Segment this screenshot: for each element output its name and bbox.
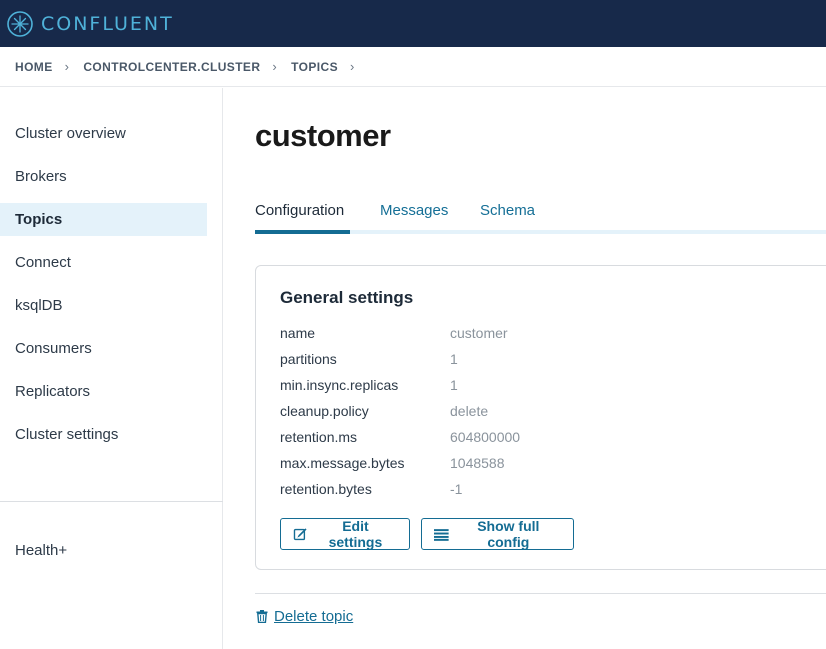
card-title: General settings: [280, 288, 414, 307]
sidebar-item-brokers[interactable]: Brokers: [0, 160, 207, 193]
setting-row: retention.bytes -1: [280, 479, 680, 505]
page-title: customer: [255, 118, 391, 153]
sidebar: Cluster overview Brokers Topics Connect …: [0, 88, 223, 649]
setting-key: partitions: [280, 351, 337, 367]
tab-messages[interactable]: Messages: [380, 202, 448, 234]
setting-value: 1: [450, 377, 458, 393]
sidebar-item-health-plus[interactable]: Health+: [0, 534, 207, 567]
confluent-logo-icon[interactable]: [7, 10, 33, 37]
delete-topic-link[interactable]: Delete topic: [256, 608, 353, 625]
sidebar-item-cluster-settings[interactable]: Cluster settings: [0, 418, 207, 451]
main-content: customer Configuration Messages Schema G…: [223, 88, 826, 649]
sidebar-item-replicators[interactable]: Replicators: [0, 375, 207, 408]
brand-name[interactable]: CONFLUENT: [41, 13, 174, 35]
edit-icon: [293, 528, 307, 541]
setting-row: name customer: [280, 323, 680, 349]
trash-icon: [256, 610, 268, 623]
sidebar-divider: [0, 501, 223, 502]
breadcrumb-topics[interactable]: TOPICS: [291, 60, 338, 74]
section-divider: [255, 593, 826, 594]
tab-configuration[interactable]: Configuration: [255, 202, 350, 234]
breadcrumb: HOME › CONTROLCENTER.CLUSTER › TOPICS ›: [0, 47, 826, 87]
show-full-config-label: Show full config: [477, 518, 540, 550]
sidebar-item-cluster-overview[interactable]: Cluster overview: [0, 117, 207, 150]
setting-value: delete: [450, 403, 489, 419]
sidebar-item-consumers[interactable]: Consumers: [0, 332, 207, 365]
chevron-right-icon: ›: [350, 59, 355, 74]
chevron-right-icon: ›: [272, 59, 278, 74]
setting-row: retention.ms 604800000: [280, 427, 680, 453]
setting-key: retention.bytes: [280, 481, 372, 497]
top-bar: CONFLUENT: [0, 0, 826, 47]
setting-value: 604800000: [450, 429, 521, 445]
show-full-config-button[interactable]: Show full config: [421, 518, 574, 550]
setting-key: max.message.bytes: [280, 455, 405, 471]
setting-key: min.insync.replicas: [280, 377, 399, 393]
tab-bar: Configuration Messages Schema: [255, 202, 826, 234]
setting-row: partitions 1: [280, 349, 680, 375]
sidebar-item-ksqldb[interactable]: ksqlDB: [0, 289, 207, 322]
edit-settings-button[interactable]: Edit settings: [280, 518, 410, 550]
chevron-right-icon: ›: [64, 59, 70, 74]
setting-value: 1: [450, 351, 458, 367]
setting-row: max.message.bytes 1048588: [280, 453, 680, 479]
setting-key: cleanup.policy: [280, 403, 369, 419]
setting-value: 1048588: [450, 455, 505, 471]
breadcrumb-cluster[interactable]: CONTROLCENTER.CLUSTER: [83, 60, 260, 74]
settings-list: name customer partitions 1 min.insync.repl…: [280, 323, 680, 505]
tab-schema[interactable]: Schema: [480, 202, 535, 234]
setting-key: retention.ms: [280, 429, 358, 445]
setting-value: -1: [450, 481, 463, 497]
breadcrumb-home[interactable]: HOME: [15, 60, 53, 74]
setting-value: customer: [450, 325, 508, 341]
setting-row: cleanup.policy delete: [280, 401, 680, 427]
list-icon: [434, 528, 449, 541]
sidebar-item-topics[interactable]: Topics: [0, 203, 207, 236]
general-settings-card: General settings name customer partitions…: [255, 265, 826, 570]
setting-row: min.insync.replicas 1: [280, 375, 680, 401]
edit-settings-label: Edit settings: [328, 518, 383, 550]
delete-topic-label: Delete topic: [274, 608, 354, 625]
setting-key: name: [280, 325, 316, 341]
sidebar-item-connect[interactable]: Connect: [0, 246, 207, 279]
